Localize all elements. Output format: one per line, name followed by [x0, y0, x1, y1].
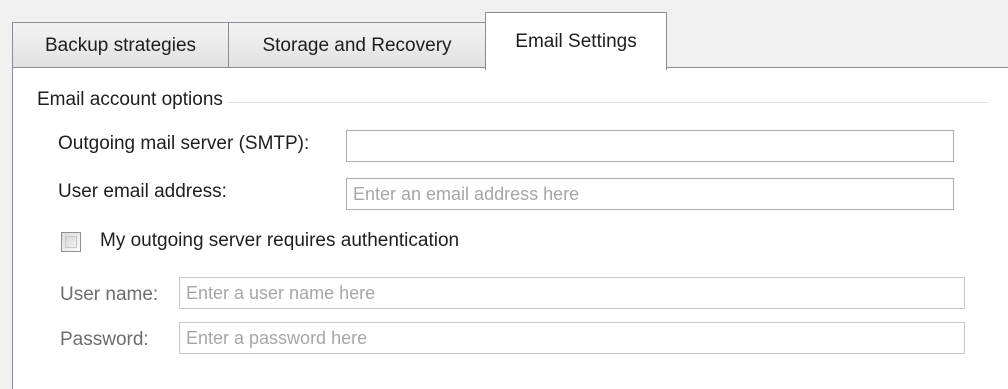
auth-checkbox-label[interactable]: My outgoing server requires authenticati…: [100, 230, 459, 252]
username-label: User name:: [60, 284, 159, 305]
tab-backup-strategies[interactable]: Backup strategies: [12, 22, 229, 68]
email-address-input[interactable]: [346, 178, 954, 210]
auth-checkbox[interactable]: [61, 232, 81, 252]
email-settings-dialog: Backup strategies Storage and Recovery E…: [0, 0, 1008, 389]
smtp-server-input[interactable]: [346, 130, 954, 162]
username-input[interactable]: [179, 277, 965, 309]
tab-email-settings[interactable]: Email Settings: [485, 12, 667, 70]
password-input[interactable]: [179, 322, 965, 354]
password-label: Password:: [60, 329, 149, 350]
group-title-email-account-options: Email account options: [37, 89, 227, 111]
auth-checkbox-box: [65, 236, 77, 248]
email-address-label: User email address:: [58, 181, 227, 202]
smtp-label: Outgoing mail server (SMTP):: [58, 133, 310, 154]
tab-storage-and-recovery[interactable]: Storage and Recovery: [228, 22, 486, 68]
